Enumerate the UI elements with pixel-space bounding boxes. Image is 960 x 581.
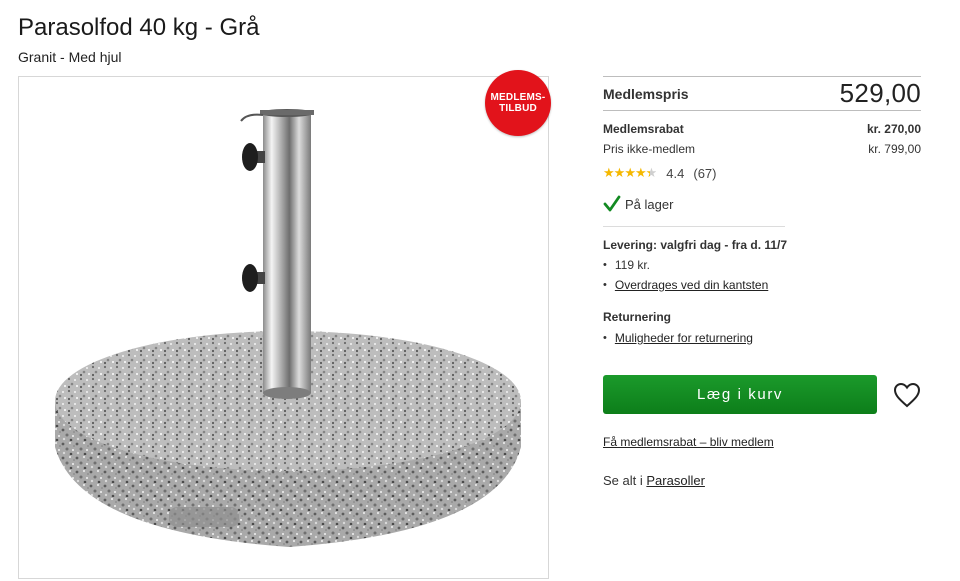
membership-link-row[interactable]: Få medlemsrabat – bliv medlem <box>603 435 774 449</box>
rating-stars: ★ ★ ★ ★ ★ <box>603 165 658 181</box>
discount-row: Medlemsrabat kr. 270,00 <box>603 122 921 136</box>
delivery-price: 119 kr. <box>603 255 921 275</box>
checkmark-icon <box>603 195 621 212</box>
rating-count: (67) <box>693 165 717 181</box>
product-image[interactable] <box>18 76 549 579</box>
stock-status: På lager <box>603 195 921 213</box>
discount-label: Medlemsrabat <box>603 122 684 136</box>
star-icon: ★ <box>613 165 626 180</box>
curbside-link[interactable]: Overdrages ved din kantsten <box>615 278 768 292</box>
star-icon: ★ <box>603 165 615 180</box>
see-all-prefix: Se alt i <box>603 473 643 488</box>
delivery-option[interactable]: Overdrages ved din kantsten <box>603 275 921 295</box>
category-link[interactable]: Parasoller <box>646 473 705 488</box>
see-all-row: Se alt i Parasoller <box>603 473 705 488</box>
badge-line-1: MEDLEMS- <box>490 92 546 103</box>
non-member-label: Pris ikke-medlem <box>603 142 696 156</box>
returns-link[interactable]: Muligheder for returnering <box>615 331 753 345</box>
rating-score: 4.4 <box>666 165 685 181</box>
badge-line-2: TILBUD <box>499 103 537 114</box>
returns-heading: Returnering <box>603 310 672 324</box>
price-divider <box>603 110 921 111</box>
member-price-row: Medlemspris 529,00 <box>603 77 921 110</box>
star-icon: ★ <box>624 165 636 180</box>
membership-link[interactable]: Få medlemsrabat – bliv medlem <box>603 435 774 449</box>
returns-list: Muligheder for returnering <box>603 328 921 348</box>
returns-option[interactable]: Muligheder for returnering <box>603 328 921 348</box>
product-title: Parasolfod 40 kg - Grå <box>18 14 260 41</box>
delivery-list: 119 kr. Overdrages ved din kantsten <box>603 255 921 295</box>
stock-label: På lager <box>625 196 674 212</box>
product-subtitle: Granit - Med hjul <box>18 49 122 65</box>
discount-value: kr. 270,00 <box>866 122 921 136</box>
delivery-divider <box>603 226 785 227</box>
non-member-value: kr. 799,00 <box>868 142 921 156</box>
heart-icon[interactable] <box>893 382 921 408</box>
rating[interactable]: ★ ★ ★ ★ ★ 4.4 (67) <box>603 165 921 181</box>
parasol-base-illustration <box>55 109 521 547</box>
member-price-label: Medlemspris <box>603 85 689 102</box>
non-member-row: Pris ikke-medlem kr. 799,00 <box>603 142 921 156</box>
member-offer-badge: MEDLEMS- TILBUD <box>485 70 551 136</box>
delivery-heading: Levering: valgfri dag - fra d. 11/7 <box>603 238 788 252</box>
returns-section: Returnering Muligheder for returnering <box>603 310 921 348</box>
member-price: 529,00 <box>839 78 921 108</box>
star-icon: ★ <box>634 165 647 180</box>
purchase-panel: Medlemspris 529,00 Medlemsrabat kr. 270,… <box>603 76 921 348</box>
delivery-section: Levering: valgfri dag - fra d. 11/7 119 … <box>603 238 921 295</box>
add-to-cart-button[interactable]: Læg i kurv <box>603 375 877 414</box>
star-icon: ★ <box>645 165 658 180</box>
